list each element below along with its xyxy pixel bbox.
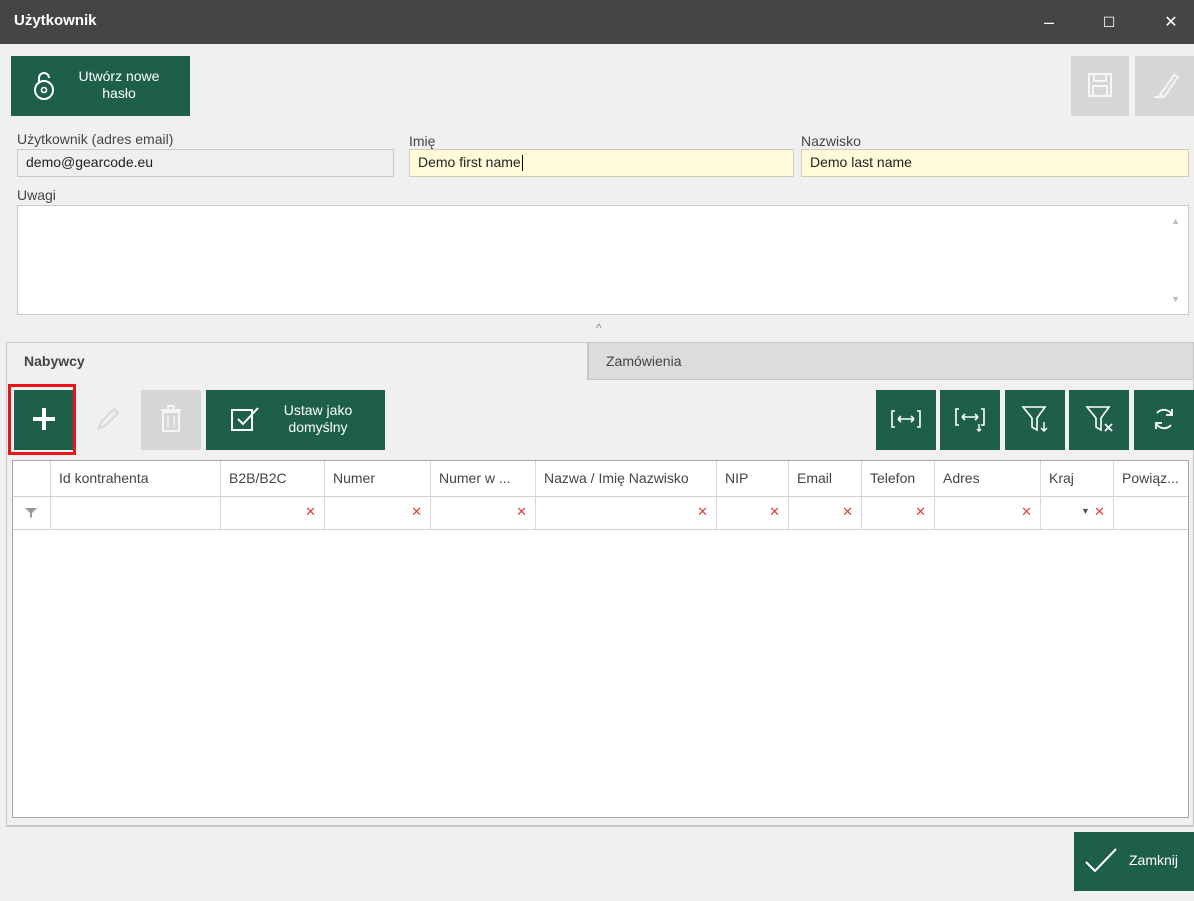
grid-indicator-header [13, 461, 51, 496]
tab-zamowienia-label: Zamówienia [606, 353, 682, 369]
filter-down-button[interactable] [1005, 390, 1065, 450]
clear-filter-icon[interactable]: ✕ [411, 504, 422, 520]
save-icon [1086, 71, 1114, 102]
clear-filter-icon[interactable]: ✕ [516, 504, 527, 520]
last-name-label: Nazwisko [801, 133, 861, 149]
fit-columns-down-button[interactable] [940, 390, 1000, 450]
scroll-up-arrow-icon[interactable]: ▲ [1171, 216, 1180, 226]
grid-column-header[interactable]: Numer [325, 461, 431, 496]
new-password-label: Utwórz nowe hasło [78, 68, 160, 101]
user-email-value: demo@gearcode.eu [26, 154, 154, 170]
user-email-label: Użytkownik (adres email) [17, 131, 174, 147]
window-titlebar: Użytkownik – ☐ ✕ [0, 0, 1194, 44]
tab-nabywcy[interactable]: Nabywcy [6, 342, 588, 380]
eraser-icon [1150, 71, 1180, 102]
fit-columns-icon [891, 408, 921, 433]
notes-textarea[interactable]: ▲ ▼ [17, 205, 1189, 315]
delete-button[interactable] [141, 390, 201, 450]
notes-label: Uwagi [17, 187, 56, 203]
filter-cell[interactable]: ✕ [221, 497, 325, 529]
edit-button[interactable] [78, 390, 138, 450]
refresh-button[interactable] [1134, 390, 1194, 450]
clear-filter-icon[interactable]: ✕ [305, 504, 316, 520]
close-button[interactable]: Zamknij [1074, 832, 1194, 891]
first-name-input[interactable]: Demo first name [409, 149, 794, 177]
grid-column-header[interactable]: Kraj [1041, 461, 1114, 496]
filter-down-icon [1020, 404, 1050, 437]
grid-column-header[interactable]: B2B/B2C [221, 461, 325, 496]
pencil-icon [94, 405, 122, 436]
splitter-collapse-icon[interactable]: ^ [596, 321, 602, 335]
first-name-value: Demo first name [418, 154, 521, 170]
filter-clear-icon [1084, 404, 1114, 437]
filter-icon [25, 506, 37, 522]
user-email-field: demo@gearcode.eu [17, 149, 394, 177]
grid-column-header[interactable]: Telefon [862, 461, 935, 496]
add-button-highlight [8, 384, 76, 455]
filter-cell[interactable]: ✕ [935, 497, 1041, 529]
tab-zamowienia[interactable]: Zamówienia [588, 342, 1194, 380]
filter-cell[interactable] [1114, 497, 1190, 529]
footer-divider [6, 826, 1194, 827]
scroll-down-arrow-icon[interactable]: ▼ [1171, 294, 1180, 304]
grid-column-header[interactable]: Adres [935, 461, 1041, 496]
first-name-label: Imię [409, 133, 436, 149]
checkbox-check-icon [230, 406, 260, 435]
filter-cell[interactable]: ✕ [325, 497, 431, 529]
tab-nabywcy-label: Nabywcy [24, 353, 85, 369]
clear-filter-icon[interactable]: ✕ [697, 504, 708, 520]
grid-column-header[interactable]: NIP [717, 461, 789, 496]
trash-icon [159, 404, 183, 436]
filter-cell[interactable] [51, 497, 221, 529]
new-password-button[interactable]: Utwórz nowe hasło [11, 56, 190, 116]
save-button[interactable] [1071, 56, 1129, 116]
close-button-label: Zamknij [1129, 852, 1179, 868]
grid-header: Id kontrahenta B2B/B2C Numer Numer w ...… [13, 461, 1188, 497]
tabs: Nabywcy Zamówienia [6, 342, 1194, 382]
grid-filter-row: ✕ ✕ ✕ ✕ ✕ ✕ ✕ ✕ ▼ ✕ [13, 497, 1188, 530]
customers-grid[interactable]: Id kontrahenta B2B/B2C Numer Numer w ...… [12, 460, 1189, 818]
grid-column-header[interactable]: Email [789, 461, 862, 496]
fit-columns-down-icon [955, 406, 985, 435]
last-name-input[interactable]: Demo last name [801, 149, 1189, 177]
close-window-button[interactable]: ✕ [1148, 0, 1194, 44]
text-caret [521, 155, 523, 172]
lock-open-icon [31, 70, 57, 105]
filter-row-indicator [13, 497, 51, 529]
dropdown-arrow-icon[interactable]: ▼ [1081, 506, 1090, 516]
clear-filter-icon[interactable]: ✕ [1021, 504, 1032, 520]
set-default-button[interactable]: Ustaw jako domyślny [206, 390, 385, 450]
minimize-button[interactable]: – [1026, 0, 1072, 44]
filter-cell[interactable]: ▼ ✕ [1041, 497, 1114, 529]
grid-column-header[interactable]: Numer w ... [431, 461, 536, 496]
filter-cell[interactable]: ✕ [717, 497, 789, 529]
grid-column-header[interactable]: Powiąz... [1114, 461, 1190, 496]
clear-filter-icon[interactable]: ✕ [1094, 504, 1105, 520]
last-name-value: Demo last name [810, 154, 912, 170]
grid-column-header[interactable]: Id kontrahenta [51, 461, 221, 496]
grid-column-header[interactable]: Nazwa / Imię Nazwisko [536, 461, 717, 496]
clear-filter-icon[interactable]: ✕ [915, 504, 926, 520]
filter-cell[interactable]: ✕ [862, 497, 935, 529]
filter-cell[interactable]: ✕ [431, 497, 536, 529]
filter-cell[interactable]: ✕ [536, 497, 717, 529]
clear-button[interactable] [1135, 56, 1194, 116]
clear-filter-icon[interactable]: ✕ [842, 504, 853, 520]
fit-columns-button[interactable] [876, 390, 936, 450]
check-icon [1084, 846, 1118, 877]
filter-clear-button[interactable] [1069, 390, 1129, 450]
filter-cell[interactable]: ✕ [789, 497, 862, 529]
clear-filter-icon[interactable]: ✕ [769, 504, 780, 520]
refresh-icon [1150, 405, 1178, 436]
window-title: Użytkownik [14, 12, 97, 29]
maximize-button[interactable]: ☐ [1086, 0, 1132, 44]
set-default-label: Ustaw jako domyślny [283, 402, 353, 435]
